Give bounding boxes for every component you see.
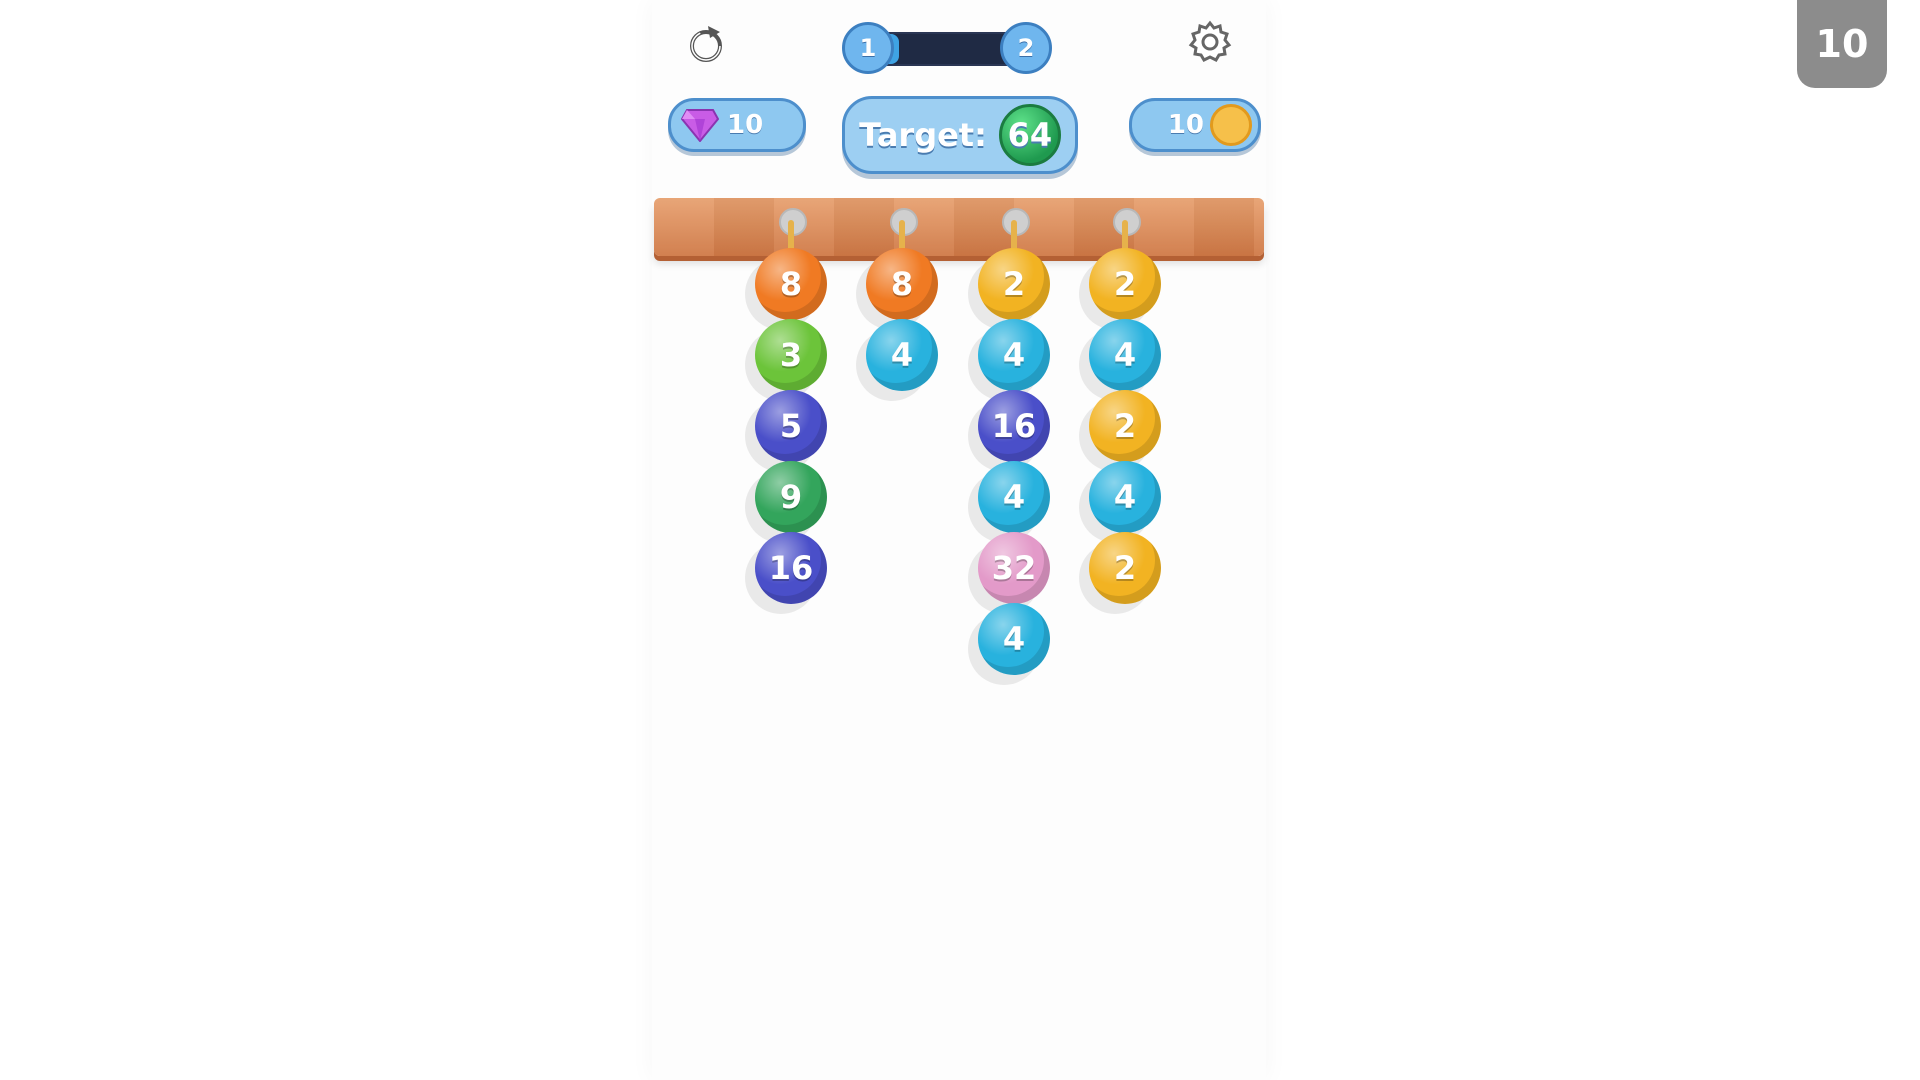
ball-value: 4 xyxy=(1113,478,1137,516)
ball-value: 16 xyxy=(768,549,814,587)
number-ball[interactable]: 16 xyxy=(978,390,1050,462)
number-ball[interactable]: 4 xyxy=(978,319,1050,391)
number-ball[interactable]: 5 xyxy=(755,390,827,462)
gems-counter: 10 xyxy=(668,98,806,152)
number-ball[interactable]: 8 xyxy=(755,248,827,320)
number-ball[interactable]: 32 xyxy=(978,532,1050,604)
target-ball: 64 xyxy=(998,104,1061,166)
number-ball[interactable]: 4 xyxy=(1089,319,1161,391)
ball-value: 2 xyxy=(1113,549,1137,587)
target-panel: Target: 64 xyxy=(842,96,1078,174)
ball-value: 4 xyxy=(1002,620,1026,658)
ball-value: 4 xyxy=(1002,478,1026,516)
target-label: Target: xyxy=(859,116,987,154)
corner-badge: 10 xyxy=(1797,0,1887,88)
coin-icon xyxy=(1210,104,1252,146)
ball-value: 9 xyxy=(779,478,803,516)
ball-value: 2 xyxy=(1002,265,1026,303)
coins-value: 10 xyxy=(1167,110,1204,140)
wooden-bar xyxy=(654,198,1264,256)
number-ball[interactable]: 4 xyxy=(866,319,938,391)
level-progress: 1 2 xyxy=(842,22,1052,74)
coins-counter: 10 xyxy=(1129,98,1261,152)
restart-button[interactable] xyxy=(682,20,730,68)
ball-value: 2 xyxy=(1113,407,1137,445)
ball-value: 5 xyxy=(779,407,803,445)
settings-button[interactable] xyxy=(1186,18,1234,66)
ball-value: 32 xyxy=(991,549,1037,587)
ball-value: 4 xyxy=(890,336,914,374)
ball-value: 8 xyxy=(890,265,914,303)
gear-icon xyxy=(1188,20,1232,62)
gem-icon xyxy=(681,109,719,142)
ball-value: 4 xyxy=(1002,336,1026,374)
ball-value: 8 xyxy=(779,265,803,303)
level-end-node: 2 xyxy=(1000,22,1052,74)
ball-value: 3 xyxy=(779,336,803,374)
ball-value: 2 xyxy=(1113,265,1137,303)
number-ball[interactable]: 16 xyxy=(755,532,827,604)
target-value: 64 xyxy=(1007,116,1053,154)
number-ball[interactable]: 4 xyxy=(978,603,1050,675)
number-ball[interactable]: 9 xyxy=(755,461,827,533)
number-ball[interactable]: 2 xyxy=(1089,248,1161,320)
level-start-node: 1 xyxy=(842,22,894,74)
restart-icon xyxy=(690,26,722,62)
number-ball[interactable]: 4 xyxy=(1089,461,1161,533)
number-ball[interactable]: 2 xyxy=(1089,390,1161,462)
number-ball[interactable]: 4 xyxy=(978,461,1050,533)
number-ball[interactable]: 2 xyxy=(1089,532,1161,604)
game-board: 1 2 10 Target: 64 10 8 3 5 9 16 8 4 2 4 16 4 32 4 2 4 2… xyxy=(652,0,1266,1080)
number-ball[interactable]: 2 xyxy=(978,248,1050,320)
gems-value: 10 xyxy=(727,110,764,140)
number-ball[interactable]: 8 xyxy=(866,248,938,320)
ball-value: 4 xyxy=(1113,336,1137,374)
number-ball[interactable]: 3 xyxy=(755,319,827,391)
ball-value: 16 xyxy=(991,407,1037,445)
